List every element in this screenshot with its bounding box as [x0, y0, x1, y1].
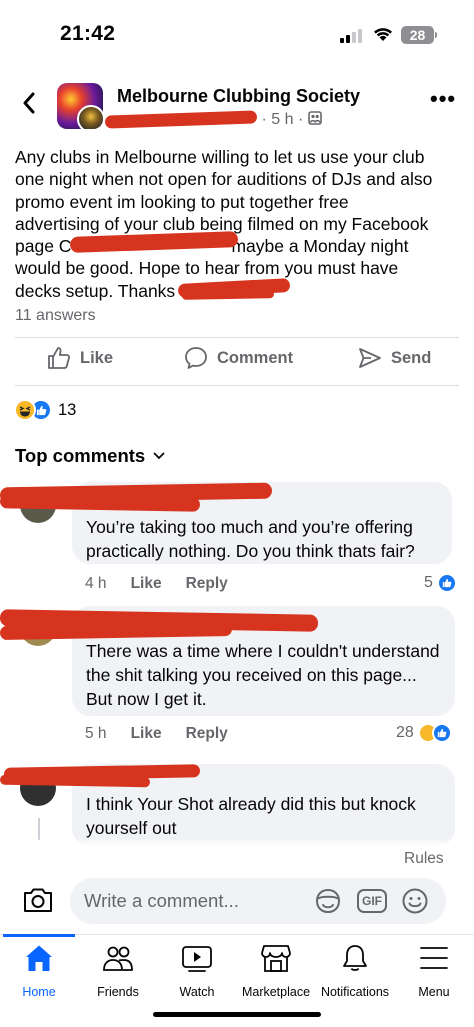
tab-menu[interactable]: Menu [394, 943, 474, 999]
tab-notifications[interactable]: Notifications [315, 943, 395, 999]
author-avatar [77, 105, 103, 129]
like-button[interactable]: Like [46, 345, 113, 371]
post-time: 5 h [271, 111, 294, 128]
comment-time: 4 h [85, 575, 107, 592]
post-body: Any clubs in Melbourne willing to let us… [15, 147, 433, 301]
comment-time: 5 h [85, 725, 107, 742]
group-name[interactable]: Melbourne Clubbing Society [117, 86, 360, 107]
scroll-fade [0, 838, 474, 846]
watch-icon [182, 946, 212, 972]
battery-tip [435, 32, 437, 38]
like-reaction-icon [436, 573, 457, 593]
tab-friends[interactable]: Friends [78, 943, 158, 999]
send-icon [359, 348, 381, 368]
reaction-summary[interactable]: 13 [14, 399, 76, 421]
emoji-icon[interactable] [401, 887, 429, 915]
tab-home[interactable]: Home [0, 943, 79, 999]
friends-icon [103, 946, 133, 971]
wifi-icon [374, 28, 392, 41]
status-bar: 21:42 28 [0, 0, 474, 70]
home-icon [26, 945, 52, 971]
comment-like-button[interactable]: Like [131, 575, 162, 593]
comment-like-button[interactable]: Like [131, 725, 162, 743]
redaction-mark [181, 290, 275, 300]
comment-reactions[interactable]: 28 [396, 723, 452, 743]
thread-line [38, 818, 40, 840]
rules-link[interactable]: Rules [404, 850, 444, 868]
comment-reactions[interactable]: 5 [424, 573, 457, 593]
comment-meta: 4 h Like Reply [85, 575, 228, 593]
tab-marketplace[interactable]: Marketplace [236, 943, 316, 999]
thumbs-up-icon [48, 347, 70, 369]
comment-text: You’re taking too much and you’re offeri… [86, 517, 415, 561]
comment-composer: GIF [0, 872, 474, 930]
more-options-button[interactable]: ••• [430, 88, 456, 110]
comment-reply-button[interactable]: Reply [186, 575, 228, 593]
post-meta: · 5 h · [117, 111, 322, 129]
comment-icon [185, 347, 207, 369]
haha-reaction-icon [14, 399, 36, 421]
back-button[interactable] [16, 88, 42, 118]
group-avatar[interactable] [57, 83, 103, 129]
like-reaction-icon [431, 723, 452, 743]
home-indicator [153, 1012, 321, 1017]
top-comments-filter[interactable]: Top comments [15, 445, 165, 467]
tab-watch[interactable]: Watch [157, 943, 237, 999]
comment-reply-button[interactable]: Reply [186, 725, 228, 743]
post-actions: Like Comment Send [0, 345, 474, 377]
signal-icon [340, 28, 364, 43]
comment-text: There was a time where I couldn't unders… [86, 641, 440, 709]
camera-icon[interactable] [22, 886, 54, 914]
divider [15, 337, 459, 338]
divider [15, 385, 459, 386]
reaction-count: 13 [58, 400, 77, 419]
status-time: 21:42 [60, 22, 116, 45]
comment-meta: 5 h Like Reply [85, 725, 228, 743]
post-header: Melbourne Clubbing Society · 5 h · ••• [0, 80, 474, 140]
comment-text: I think Your Shot already did this but k… [86, 794, 416, 838]
comment-button[interactable]: Comment [183, 345, 293, 371]
answers-count[interactable]: 11 answers [15, 307, 96, 325]
chevron-down-icon [153, 452, 165, 460]
composer-icons: GIF [313, 886, 429, 916]
menu-icon [420, 947, 448, 969]
active-tab-indicator [3, 934, 75, 937]
send-button[interactable]: Send [357, 345, 431, 371]
battery-indicator: 28 [401, 26, 434, 44]
gif-button[interactable]: GIF [357, 889, 387, 913]
avatar-sticker-icon[interactable] [313, 886, 343, 916]
marketplace-icon [261, 945, 291, 972]
group-privacy-icon [307, 111, 322, 125]
chevron-left-icon [23, 92, 35, 114]
bell-icon [343, 945, 367, 971]
